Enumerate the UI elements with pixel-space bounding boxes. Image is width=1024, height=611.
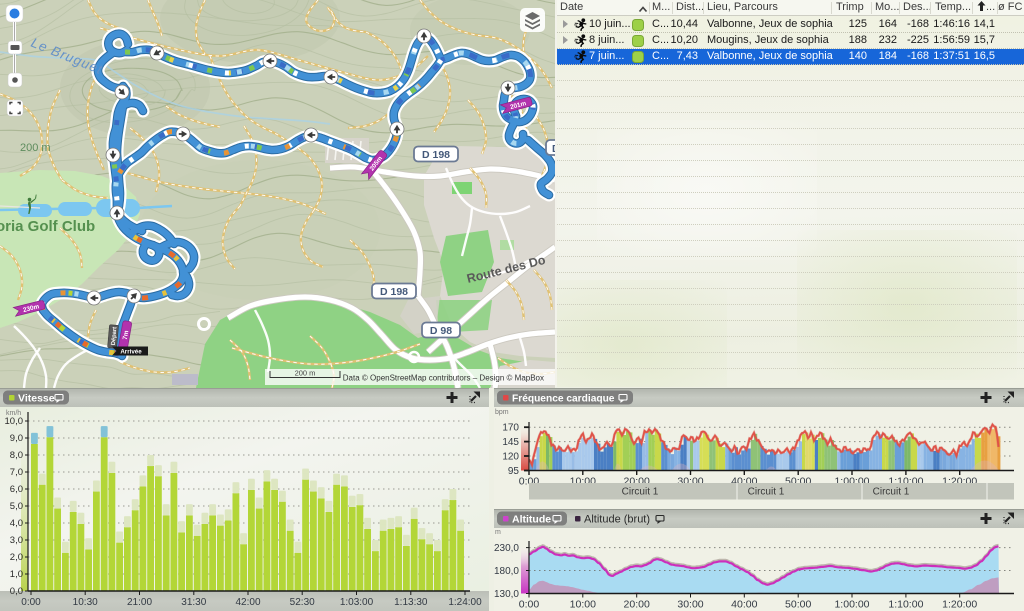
svg-text:2,0: 2,0 bbox=[10, 552, 23, 563]
svg-text:10:00: 10:00 bbox=[570, 599, 596, 611]
svg-text:0:00: 0:00 bbox=[21, 597, 41, 608]
svg-text:200 m: 200 m bbox=[295, 369, 316, 378]
svg-text:21:00: 21:00 bbox=[127, 597, 152, 608]
svg-text:D 198: D 198 bbox=[422, 149, 450, 161]
svg-text:0:00: 0:00 bbox=[519, 599, 540, 611]
svg-text:Fréquence cardiaque: Fréquence cardiaque bbox=[512, 394, 615, 405]
svg-text:31:30: 31:30 bbox=[181, 597, 206, 608]
svg-text:Circuit 1: Circuit 1 bbox=[873, 487, 910, 498]
svg-text:130,0: 130,0 bbox=[494, 589, 519, 600]
svg-text:4,0: 4,0 bbox=[10, 518, 23, 529]
svg-text:1:10:00: 1:10:00 bbox=[888, 599, 923, 611]
svg-text:6,0: 6,0 bbox=[10, 484, 23, 495]
svg-text:95: 95 bbox=[508, 466, 520, 477]
svg-text:230,0: 230,0 bbox=[494, 543, 519, 554]
svg-text:Altitude (brut): Altitude (brut) bbox=[584, 514, 650, 526]
svg-text:Circuit 1: Circuit 1 bbox=[748, 487, 785, 498]
svg-text:Data © OpenStreetMap contribut: Data © OpenStreetMap contributors – Desi… bbox=[343, 374, 544, 383]
svg-text:7,0: 7,0 bbox=[10, 467, 23, 478]
svg-text:Arrivée: Arrivée bbox=[120, 349, 142, 356]
svg-text:Vitesse: Vitesse bbox=[18, 393, 55, 405]
svg-text:200 m: 200 m bbox=[20, 142, 51, 154]
svg-text:170: 170 bbox=[502, 423, 519, 434]
svg-text:km/h: km/h bbox=[6, 410, 21, 417]
svg-text:bpm: bpm bbox=[495, 409, 509, 416]
svg-text:Altitude: Altitude bbox=[512, 514, 551, 526]
svg-text:30:00: 30:00 bbox=[677, 599, 703, 611]
svg-text:D 198: D 198 bbox=[380, 286, 408, 298]
svg-text:9,0: 9,0 bbox=[10, 433, 23, 444]
svg-text:5,0: 5,0 bbox=[10, 501, 23, 512]
svg-text:oria Golf Club: oria Golf Club bbox=[0, 218, 95, 235]
svg-text:1:20:00: 1:20:00 bbox=[942, 599, 977, 611]
svg-text:50:00: 50:00 bbox=[785, 599, 811, 611]
svg-text:D 98: D 98 bbox=[430, 325, 452, 337]
svg-text:1:24:00: 1:24:00 bbox=[448, 597, 482, 608]
svg-text:120: 120 bbox=[502, 452, 519, 463]
svg-text:180,0: 180,0 bbox=[494, 566, 519, 577]
svg-text:3,0: 3,0 bbox=[10, 535, 23, 546]
svg-text:1:00:00: 1:00:00 bbox=[834, 599, 869, 611]
svg-text:10:30: 10:30 bbox=[73, 597, 98, 608]
svg-text:20:00: 20:00 bbox=[624, 599, 650, 611]
svg-text:8,0: 8,0 bbox=[10, 450, 23, 461]
svg-text:0,0: 0,0 bbox=[10, 586, 23, 597]
svg-text:42:00: 42:00 bbox=[235, 597, 260, 608]
svg-text:40:00: 40:00 bbox=[731, 599, 757, 611]
svg-text:145: 145 bbox=[502, 437, 519, 448]
svg-text:52:30: 52:30 bbox=[290, 597, 315, 608]
svg-text:1,0: 1,0 bbox=[10, 569, 23, 580]
svg-text:1:13:30: 1:13:30 bbox=[394, 597, 428, 608]
svg-text:10,0: 10,0 bbox=[5, 416, 24, 427]
svg-text:Circuit 1: Circuit 1 bbox=[622, 487, 659, 498]
svg-text:1:03:00: 1:03:00 bbox=[340, 597, 374, 608]
svg-text:m: m bbox=[495, 529, 501, 536]
